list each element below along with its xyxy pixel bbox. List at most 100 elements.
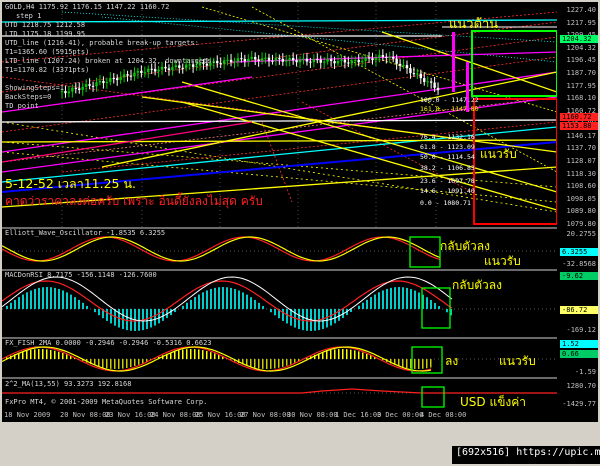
price-axis-tag: 1160.72 [560,113,598,121]
candle-body [178,65,181,68]
support-label-3: แนวรับ [499,354,536,368]
candle-body [385,57,388,59]
candle-body [216,60,219,64]
candle-body [84,84,88,87]
fisher-bar [174,351,176,359]
candle-body [371,58,374,61]
candle-body [219,63,222,65]
down-label: ลง [445,354,459,368]
price-axis-label: 1196.45 [566,56,596,65]
macd-bar [130,309,132,331]
candle-body [398,63,402,66]
price-axis[interactable]: 1227.401217.951209.451204.321196.451187.… [557,2,598,422]
candle-body [433,82,436,88]
macd-bar [258,302,260,309]
macd-bar [302,309,304,331]
fisher-bar [346,349,348,359]
macd-bar [286,309,288,324]
candle-body [185,64,188,68]
price-axis-label: 1098.05 [566,194,596,203]
fib-level-label: 50.0 - 1114.54 [420,153,475,161]
fisher-bar [362,352,364,359]
candle-body [233,61,236,63]
indicator-axis-label: 1280.70 [566,382,596,390]
candle-body [409,68,412,74]
macd-bar [126,309,128,331]
macd-bar [62,290,64,309]
candle-body [419,73,422,79]
macd-bar [238,290,240,309]
fisher-bar [198,349,200,359]
date-tick: 27 Nov 08:00 [240,411,291,419]
macd-bar [358,305,360,309]
macd-bar [254,299,256,309]
candle-body [119,77,122,80]
macd-bar [106,309,108,321]
chart-window[interactable]: GOLD,H4 1175.92 1176.15 1147.22 1160.72 … [2,2,557,422]
candle-body [336,61,340,64]
macd-bar [434,302,436,309]
macd-bar [374,294,376,309]
candle-body [67,91,71,94]
candle-body [312,59,316,63]
candle-body [98,80,102,83]
fisher-bar [38,349,40,359]
candle-body [423,78,426,82]
fib-level-label: 76.4 - 1132.16 [420,133,475,141]
price-axis-label: 1227.40 [566,6,596,14]
fisher-bar [418,359,420,369]
macd-bar [426,297,428,309]
macd-bar [138,309,140,331]
candle-body [122,74,126,78]
elliott-label: Elliott_Wave_Oscillator -1.8535 6.3255 [5,229,166,237]
date-tick: 20 Nov 08:00 [60,411,111,419]
candle-body [126,74,129,76]
price-axis-label: 1128.07 [566,157,596,166]
candle-body [254,56,257,60]
macd-bar [218,287,220,309]
candle-body [392,56,395,59]
price-axis-label: 1217.95 [566,18,596,27]
candle-body [291,58,295,61]
candle-body [91,85,95,87]
indicator-axis-label: -86.72 [560,306,598,314]
candle-body [298,59,302,63]
macd-bar [222,287,224,309]
macd-bar [406,287,408,309]
macd-bar [14,299,16,309]
candle-body [267,57,271,61]
macd-bar [386,288,388,309]
macd-bar [274,309,276,316]
fisher-bar [206,351,208,359]
fisher-bar [186,349,188,359]
price-axis-label: 1118.30 [566,169,596,178]
indicator-axis-label: 20.2755 [566,230,596,238]
fib-level-label: 161.8 - 1147.80 [420,105,479,113]
macd-bar [70,294,72,309]
price-axis-tag: 1153.88 [560,122,598,130]
ltd-line-targets: LTD_line (1207.24) broken at 1204.32, do… [5,57,216,65]
date-tick: 30 Nov 08:00 [287,411,338,419]
macd-bar [42,287,44,309]
macd-bar [110,309,112,324]
price-axis-label: 1089.80 [566,207,596,216]
candle-body [436,87,440,91]
indicator-axis-label: 6.3255 [560,248,598,256]
macd-bar [46,287,48,309]
copyright-label: FxPro MT4, © 2001-2009 MetaQuotes Softwa… [5,398,208,406]
candle-body [74,87,77,89]
macd-bar [194,297,196,309]
fib-level-label: 0.0 - 1080.71 [420,199,471,207]
fisher-bar [214,353,216,359]
fisher-bar [22,351,24,359]
macd-bar [418,292,420,309]
date-note-line1: 5-12-52 เวลา11.25 น. [5,176,137,191]
fisher-bar [294,359,296,363]
fisher-bar [202,350,204,359]
candle-body [105,81,109,84]
fib-level-label: 14.6 - 1091.40 [420,187,475,195]
date-tick: 24 Nov 08:00 [150,411,201,419]
fisher-bar [426,359,428,369]
fisher-bar [26,350,28,359]
macd-bar [226,287,228,309]
